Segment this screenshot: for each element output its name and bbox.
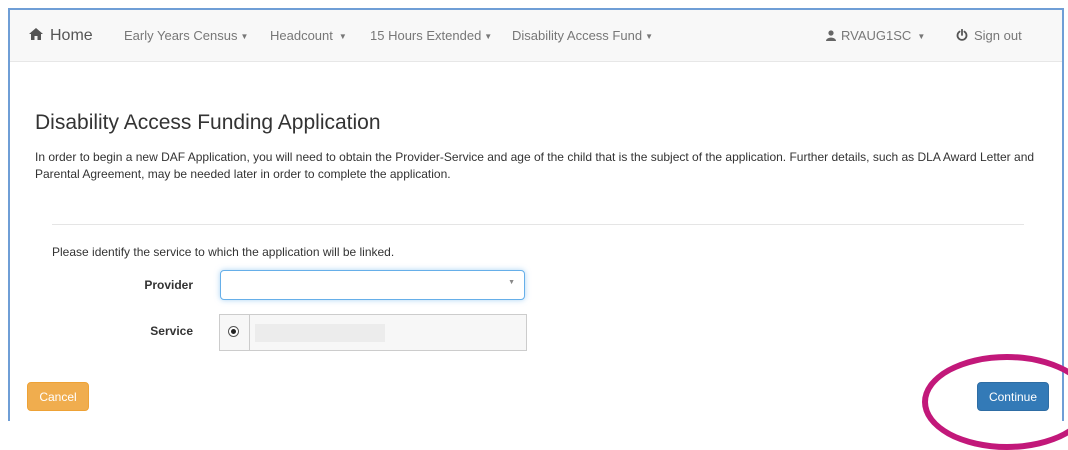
nav-disability-access-fund[interactable]: Disability Access Fund ▼: [512, 10, 653, 62]
nav-disability-access-fund-label: Disability Access Fund: [512, 28, 643, 43]
section-divider: [52, 224, 1024, 225]
intro-text: In order to begin a new DAF Application,…: [35, 150, 1035, 181]
nav-sign-out-label: Sign out: [974, 28, 1022, 43]
nav-early-years-census[interactable]: Early Years Census ▼: [124, 10, 248, 62]
provider-label: Provider: [144, 278, 193, 292]
nav-home-link[interactable]: Home: [28, 10, 93, 62]
top-navbar: Home Early Years Census ▼ Headcount ▼ 15 H…: [10, 10, 1062, 62]
user-icon: [826, 30, 836, 41]
caret-down-icon: ▼: [645, 32, 653, 41]
caret-down-icon: ▼: [338, 32, 347, 41]
window-frame: [8, 8, 1064, 421]
nav-early-years-census-label: Early Years Census: [124, 28, 238, 43]
service-radio-cell: [220, 315, 250, 350]
nav-sign-out[interactable]: Sign out: [956, 10, 1022, 62]
continue-button[interactable]: Continue: [977, 382, 1049, 411]
caret-down-icon: ▼: [917, 32, 926, 41]
page-title: Disability Access Funding Application: [35, 111, 381, 134]
nav-15-hours-extended-label: 15 Hours Extended: [370, 28, 482, 43]
provider-select[interactable]: ▼: [220, 270, 525, 300]
caret-down-icon: ▼: [240, 32, 249, 41]
service-name-placeholder: [255, 324, 385, 342]
radio-selected-dot: [231, 329, 236, 334]
nav-15-hours-extended[interactable]: 15 Hours Extended ▼: [370, 10, 492, 62]
nav-user-label: RVAUG1SC: [841, 28, 912, 43]
nav-user-menu[interactable]: RVAUG1SC ▼: [826, 10, 925, 62]
chevron-down-icon: ▼: [508, 279, 515, 286]
service-radio[interactable]: [228, 326, 239, 337]
power-icon: [956, 29, 968, 41]
home-icon: [29, 28, 43, 40]
nav-headcount-label: Headcount: [270, 28, 333, 43]
service-option-row: [219, 314, 527, 351]
nav-home-label: Home: [50, 27, 93, 44]
service-label: Service: [150, 324, 193, 338]
caret-down-icon: ▼: [484, 32, 493, 41]
instruction-text: Please identify the service to which the…: [52, 245, 395, 259]
cancel-button[interactable]: Cancel: [27, 382, 89, 411]
nav-headcount[interactable]: Headcount ▼: [270, 10, 347, 62]
